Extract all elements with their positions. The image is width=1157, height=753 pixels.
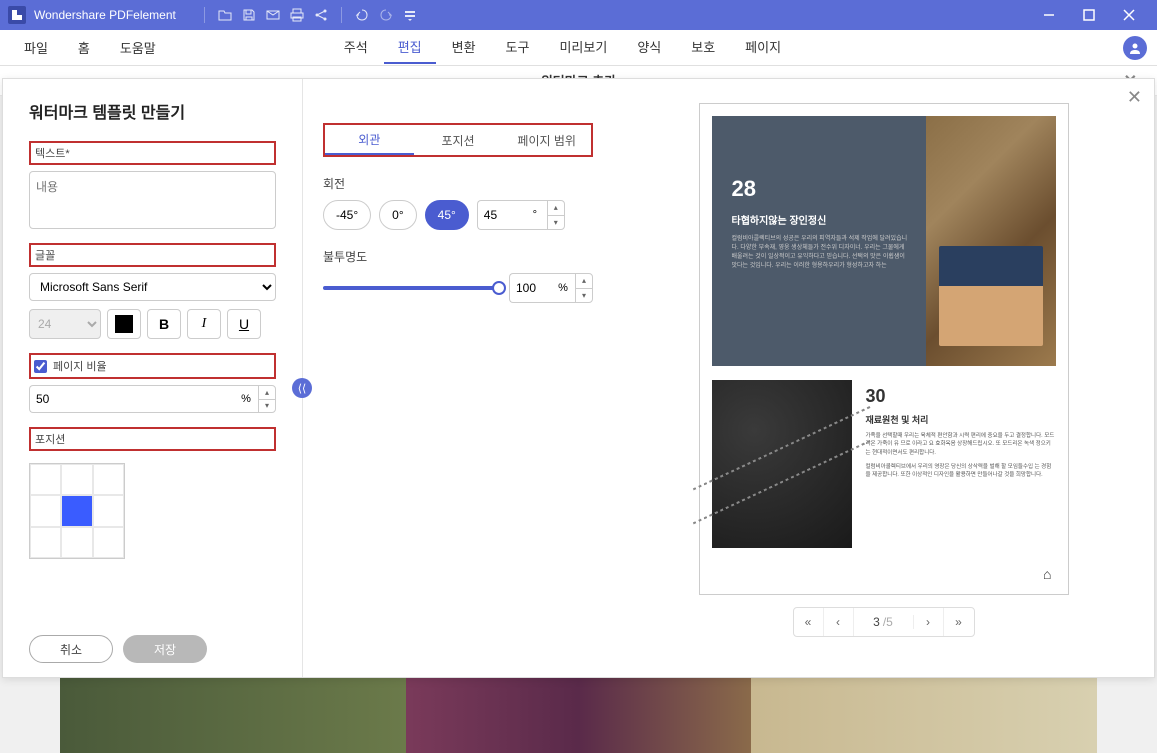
- tab-appearance[interactable]: 외관: [325, 125, 414, 155]
- menu-form[interactable]: 양식: [623, 31, 675, 64]
- page-ratio-input[interactable]: [29, 385, 234, 413]
- page-ratio-unit: %: [234, 385, 258, 413]
- app-title: Wondershare PDFelement: [34, 8, 176, 22]
- page-ratio-checkbox[interactable]: [34, 360, 47, 373]
- preview-num-1: 28: [732, 176, 910, 202]
- mail-icon[interactable]: [261, 3, 285, 27]
- close-button[interactable]: [1109, 0, 1149, 30]
- nav-last-button[interactable]: »: [944, 608, 974, 636]
- rotation-0[interactable]: 0°: [379, 200, 416, 230]
- undo-icon[interactable]: [350, 3, 374, 27]
- opacity-unit: %: [551, 273, 575, 303]
- pos-ml[interactable]: [30, 495, 61, 526]
- pos-tr[interactable]: [93, 464, 124, 495]
- nav-first-button[interactable]: «: [794, 608, 824, 636]
- more-icon[interactable]: [398, 3, 422, 27]
- rotation-unit: °: [523, 200, 547, 230]
- dialog-close-icon[interactable]: ✕: [1127, 87, 1142, 108]
- save-button[interactable]: 저장: [123, 635, 207, 663]
- share-icon[interactable]: [309, 3, 333, 27]
- app-logo: [8, 6, 26, 24]
- pos-tl[interactable]: [30, 464, 61, 495]
- page-indicator: 3/5: [854, 615, 914, 629]
- watermark-text-input[interactable]: [29, 171, 276, 229]
- user-avatar[interactable]: [1123, 36, 1147, 60]
- menu-annotate[interactable]: 주석: [330, 31, 382, 64]
- preview-num-2: 30: [866, 386, 1056, 407]
- titlebar: Wondershare PDFelement: [0, 0, 1157, 30]
- watermark-dialog: ✕ 워터마크 템플릿 만들기 텍스트* 글꼴 Microsoft Sans Se…: [2, 78, 1155, 678]
- open-icon[interactable]: [213, 3, 237, 27]
- rotation-custom-input[interactable]: [477, 200, 523, 230]
- pos-tc[interactable]: [61, 464, 92, 495]
- menu-help[interactable]: 도움말: [106, 32, 170, 63]
- position-grid: [29, 463, 125, 559]
- save-icon[interactable]: [237, 3, 261, 27]
- preview-section-1: 28 타협하지않는 장인정신 컬럼비아콜렉티브의 성공은 우리의 피역자들과 석…: [712, 116, 926, 366]
- preview-body-2a: 가족을 선택할때 우리는 육체적 편안함과 시력 편리에 중요을 두고 결정합니…: [866, 432, 1056, 457]
- underline-button[interactable]: U: [227, 309, 261, 339]
- menubar: 파일 홈 도움말 주석 편집 변환 도구 미리보기 양식 보호 페이지: [0, 30, 1157, 66]
- bold-button[interactable]: B: [147, 309, 181, 339]
- menu-page[interactable]: 페이지: [731, 31, 795, 64]
- pos-mc[interactable]: [61, 495, 92, 526]
- background-thumbnails: [60, 678, 1097, 753]
- font-size-select[interactable]: 24: [29, 309, 101, 339]
- menu-preview[interactable]: 미리보기: [545, 31, 621, 64]
- preview-heading-2: 재료원천 및 처리: [866, 413, 1056, 426]
- left-panel: 워터마크 템플릿 만들기 텍스트* 글꼴 Microsoft Sans Seri…: [3, 79, 303, 677]
- tab-position[interactable]: 포지션: [414, 125, 503, 155]
- middle-panel: 외관 포지션 페이지 범위 회전 -45° 0° 45° ° ▴▾ 불투명도 %…: [303, 79, 613, 677]
- preview-panel: 28 타협하지않는 장인정신 컬럼비아콜렉티브의 성공은 우리의 피역자들과 석…: [613, 79, 1154, 677]
- opacity-input[interactable]: [509, 273, 551, 303]
- menu-file[interactable]: 파일: [10, 32, 62, 63]
- rotation-label: 회전: [323, 175, 593, 192]
- redo-icon[interactable]: [374, 3, 398, 27]
- menu-tools[interactable]: 도구: [492, 31, 544, 64]
- nav-next-button[interactable]: ›: [914, 608, 944, 636]
- italic-button[interactable]: I: [187, 309, 221, 339]
- page-preview: 28 타협하지않는 장인정신 컬럼비아콜렉티브의 성공은 우리의 피역자들과 석…: [699, 103, 1069, 595]
- position-label: 포지션: [29, 427, 276, 451]
- preview-body-2b: 컬럼비아콜렉티브에서 우리의 영장은 당신의 상삭력을 벌해 할 모임들수입 는…: [866, 463, 1056, 480]
- text-label: 텍스트*: [29, 141, 276, 165]
- font-color-picker[interactable]: [107, 309, 141, 339]
- preview-page-icon: ⌂: [1043, 566, 1051, 582]
- page-ratio-label: 페이지 비율: [53, 358, 107, 374]
- pos-bc[interactable]: [61, 527, 92, 558]
- opacity-label: 불투명도: [323, 248, 593, 265]
- preview-image-1: [926, 116, 1056, 366]
- preview-body-1: 컬럼비아콜렉티브의 성공은 우리의 피역자들과 석제 작업에 달려있습니다. 다…: [732, 235, 910, 271]
- menu-home[interactable]: 홈: [64, 32, 104, 63]
- dialog-title: 워터마크 템플릿 만들기: [29, 99, 276, 123]
- page-navigation: « ‹ 3/5 › »: [793, 607, 975, 637]
- pos-mr[interactable]: [93, 495, 124, 526]
- rotation-spinner[interactable]: ▴▾: [547, 200, 565, 230]
- maximize-button[interactable]: [1069, 0, 1109, 30]
- settings-tabs: 외관 포지션 페이지 범위: [323, 123, 593, 157]
- page-ratio-spinner[interactable]: ▴▾: [258, 385, 276, 413]
- preview-heading-1: 타협하지않는 장인정신: [732, 212, 910, 227]
- menu-edit[interactable]: 편집: [384, 31, 436, 64]
- print-icon[interactable]: [285, 3, 309, 27]
- menu-protect[interactable]: 보호: [677, 31, 729, 64]
- menu-convert[interactable]: 변환: [438, 31, 490, 64]
- opacity-slider[interactable]: [323, 286, 499, 290]
- opacity-spinner[interactable]: ▴▾: [575, 273, 593, 303]
- font-label: 글꼴: [29, 243, 276, 267]
- nav-prev-button[interactable]: ‹: [824, 608, 854, 636]
- pos-br[interactable]: [93, 527, 124, 558]
- font-select[interactable]: Microsoft Sans Serif: [29, 273, 276, 301]
- page-ratio-row: 페이지 비율: [29, 353, 276, 379]
- rotation-neg45[interactable]: -45°: [323, 200, 371, 230]
- tab-page-range[interactable]: 페이지 범위: [502, 125, 591, 155]
- preview-section-2: 30 재료원천 및 처리 가족을 선택할때 우리는 육체적 편안함과 시력 편리…: [866, 380, 1056, 548]
- rotation-45[interactable]: 45°: [425, 200, 469, 230]
- preview-image-2: [712, 380, 852, 548]
- pos-bl[interactable]: [30, 527, 61, 558]
- cancel-button[interactable]: 취소: [29, 635, 113, 663]
- minimize-button[interactable]: [1029, 0, 1069, 30]
